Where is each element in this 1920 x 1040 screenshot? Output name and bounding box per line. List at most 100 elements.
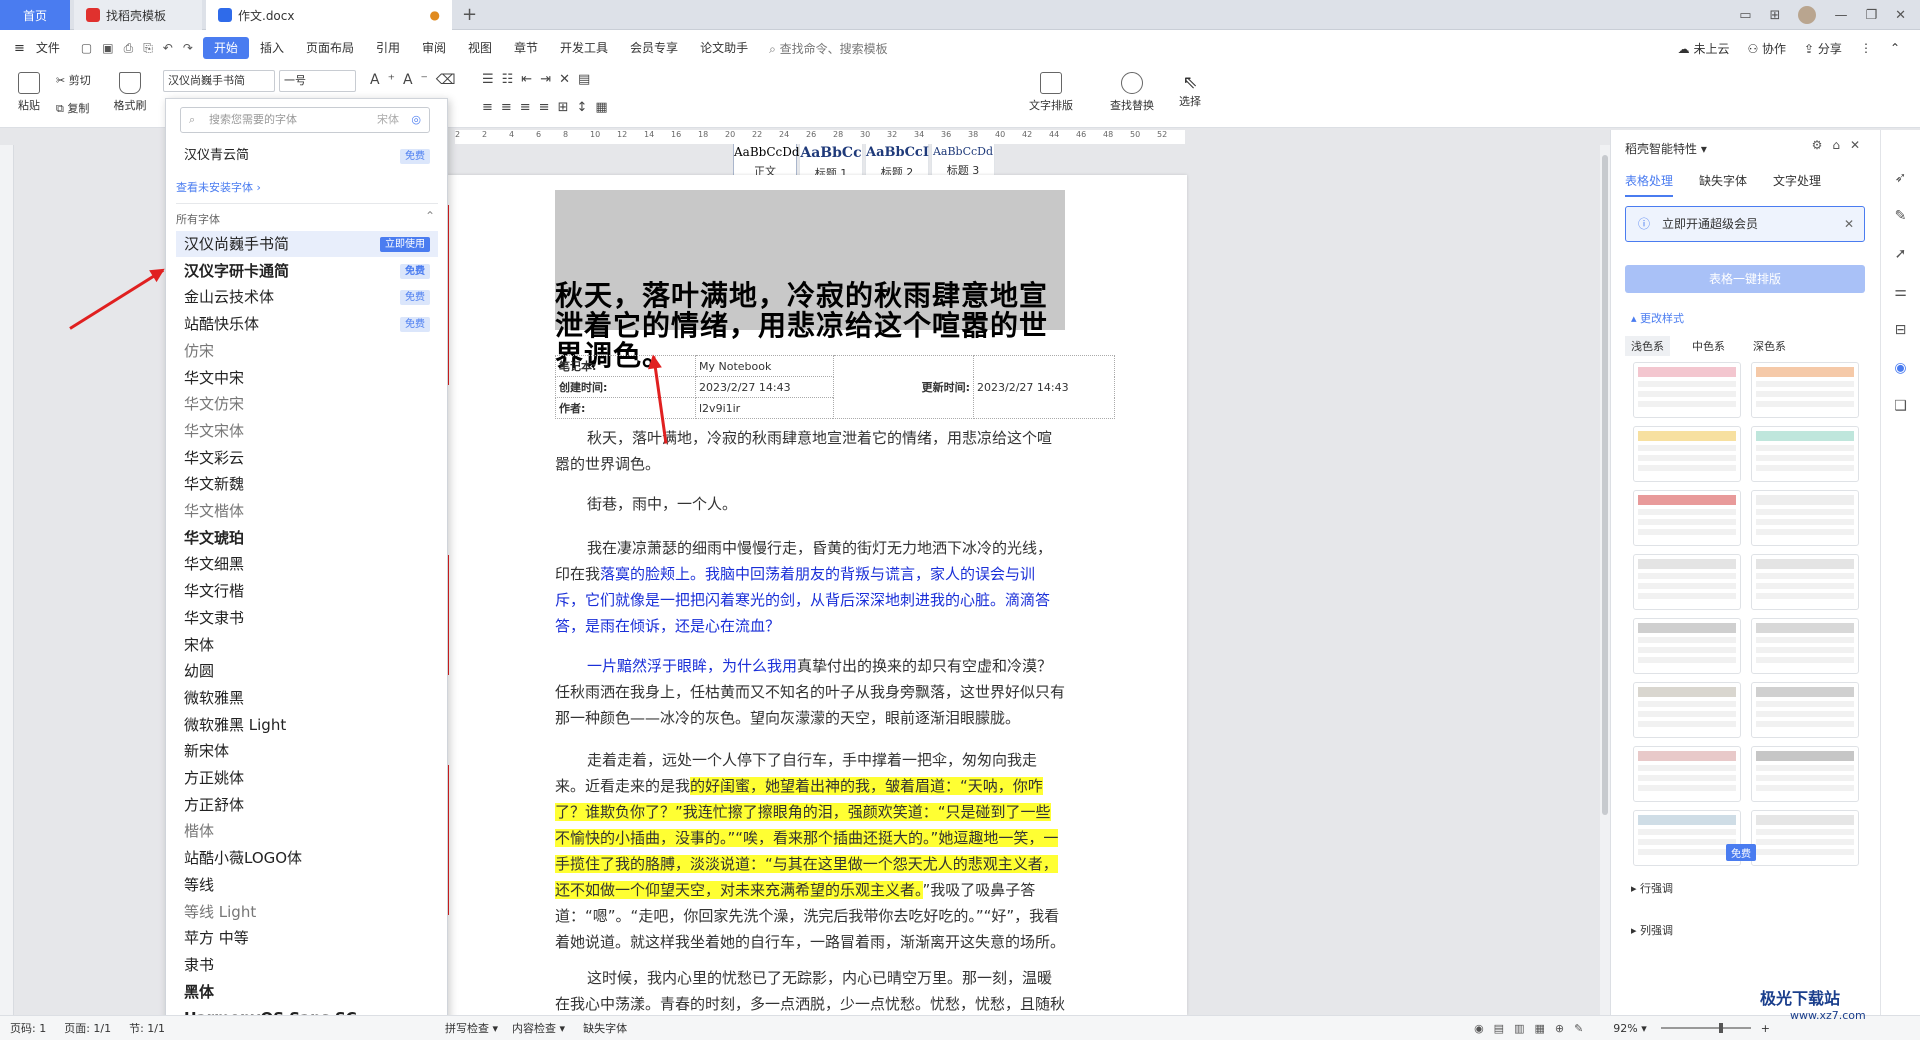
pen-icon[interactable]: ✎ xyxy=(1895,208,1907,224)
menu-insert[interactable]: 插入 xyxy=(249,37,295,59)
zoom-slider[interactable] xyxy=(1660,1023,1751,1033)
table-style-option[interactable] xyxy=(1751,426,1859,482)
vip-notice[interactable]: ⓘ 立即开通超级会员 ✕ xyxy=(1625,206,1865,242)
menu-chapter[interactable]: 章节 xyxy=(503,37,549,59)
panel-controls[interactable]: ⚙⌂✕ xyxy=(1812,138,1870,152)
font-item[interactable]: 新宋体 xyxy=(176,738,438,764)
font-item[interactable]: 华文琥珀 xyxy=(176,525,438,551)
tab-home[interactable]: 首页 xyxy=(0,0,70,30)
paragraph-buttons[interactable]: ☰☷⇤⇥✕▤ xyxy=(482,72,598,87)
table-style-option[interactable] xyxy=(1633,746,1741,802)
table-style-option[interactable] xyxy=(1633,490,1741,546)
table-style-option[interactable] xyxy=(1633,618,1741,674)
tab-template[interactable]: 找稻壳模板 xyxy=(74,0,202,30)
command-search[interactable]: ⌕ 查找命令、搜索模板 xyxy=(769,40,888,57)
menu-start[interactable]: 开始 xyxy=(202,37,249,59)
font-search-input[interactable]: ⌕ 搜索您需要的字体 宋体 ◎ xyxy=(180,107,430,133)
menu-file[interactable]: 文件 xyxy=(25,37,71,59)
menu-thesis[interactable]: 论文助手 xyxy=(689,37,759,59)
font-item[interactable]: 黑体 xyxy=(176,979,438,1005)
font-item[interactable]: 站酷快乐体 免费 xyxy=(176,311,438,337)
font-item[interactable]: 仿宋 xyxy=(176,338,438,364)
tab-dark-colors[interactable]: 深色系 xyxy=(1747,336,1792,356)
zoom-select[interactable]: 92% ▾ xyxy=(1613,1022,1646,1035)
font-item[interactable]: 华文细黑 xyxy=(176,551,438,577)
avatar[interactable] xyxy=(1798,6,1817,24)
document-scrollbar[interactable] xyxy=(1600,145,1610,1015)
font-item[interactable]: 华文新魏 xyxy=(176,471,438,497)
spell-check-button[interactable]: 拼写检查 ▾ xyxy=(445,1020,498,1036)
font-item[interactable]: 幼圆 xyxy=(176,658,438,684)
tab-missing-font[interactable]: 缺失字体 xyxy=(1699,172,1747,197)
change-style-toggle[interactable]: ▴ 更改样式 xyxy=(1631,310,1684,326)
paragraph-1[interactable]: 秋天，落叶满地，冷寂的秋雨肆意地宣泄着它的情绪，用悲凉给这个喧嚣的世界调色。 xyxy=(555,425,1065,477)
menu-member[interactable]: 会员专享 xyxy=(619,37,689,59)
new-tab-button[interactable]: + xyxy=(462,4,477,25)
text-layout-button[interactable]: 文字排版 xyxy=(1022,72,1080,113)
font-item[interactable]: 华文隶书 xyxy=(176,605,438,631)
copy-button[interactable]: ⧉ 复制 xyxy=(56,100,104,116)
content-check-button[interactable]: 内容检查 ▾ xyxy=(512,1020,565,1036)
font-item[interactable]: 方正姚体 xyxy=(176,765,438,791)
font-item[interactable]: 金山云技术体 免费 xyxy=(176,284,438,310)
restore-button[interactable]: ❐ xyxy=(1865,8,1877,23)
table-style-option[interactable] xyxy=(1751,362,1859,418)
quick-access-icons[interactable]: ▢▣⎙⎘↶↷ xyxy=(81,41,203,56)
document-page[interactable]: 秋天，落叶满地，冷寂的秋雨肆意地宣泄着它的情绪，用悲凉给这个喧嚣的世界调色。 笔… xyxy=(447,175,1187,1015)
info-table[interactable]: 笔记本: My Notebook 更新时间: 2023/2/27 14:43 创建时间… xyxy=(555,355,1115,419)
font-item[interactable]: 隶书 xyxy=(176,952,438,978)
pointer-icon[interactable]: ➚ xyxy=(1895,246,1907,262)
table-style-option[interactable] xyxy=(1633,362,1741,418)
status-section[interactable]: 节: 1/1 xyxy=(129,1020,165,1036)
table-style-option[interactable] xyxy=(1751,490,1859,546)
paragraph-3[interactable]: 我在凄凉萧瑟的细雨中慢慢行走，昏黄的街灯无力地洒下冰冷的光线，印在我落寞的脸颊上… xyxy=(555,535,1065,639)
menu-review[interactable]: 审阅 xyxy=(411,37,457,59)
paragraph-2[interactable]: 街巷，雨中，一个人。 xyxy=(555,491,1065,517)
font-item[interactable]: 宋体 xyxy=(176,632,438,658)
view-mode-icons[interactable]: ◉▤▥▦⊕✎ xyxy=(1474,1022,1593,1035)
sliders-icon[interactable]: ⚌ xyxy=(1894,284,1907,300)
table-style-option[interactable] xyxy=(1633,810,1741,866)
tab-light-colors[interactable]: 浅色系 xyxy=(1625,336,1670,356)
panel-title[interactable]: 稻壳智能特性 ▾ xyxy=(1625,140,1707,157)
font-size-buttons[interactable]: A⁺A⁻⌫ xyxy=(370,72,464,88)
close-icon[interactable]: ✕ xyxy=(1844,207,1854,241)
find-replace-button[interactable]: 查找替换 xyxy=(1102,72,1162,113)
font-item[interactable]: 华文宋体 xyxy=(176,418,438,444)
apps-icon[interactable]: ⊞ xyxy=(1770,8,1781,23)
show-uninstalled-link[interactable]: 查看未安装字体 › xyxy=(176,179,261,195)
use-now-badge[interactable]: 立即使用 xyxy=(380,237,430,252)
status-page-number[interactable]: 页码: 1 xyxy=(10,1020,46,1036)
close-button[interactable]: ✕ xyxy=(1895,8,1906,23)
menu-devtools[interactable]: 开发工具 xyxy=(549,37,619,59)
font-item[interactable]: 华文中宋 xyxy=(176,365,438,391)
format-painter-button[interactable]: 格式刷 xyxy=(110,72,150,113)
scrollbar-thumb[interactable] xyxy=(1602,155,1608,815)
table-style-option[interactable] xyxy=(1633,426,1741,482)
one-click-layout-button[interactable]: 表格一键排版 xyxy=(1625,265,1865,293)
table-style-option[interactable] xyxy=(1751,618,1859,674)
tab-text-processing[interactable]: 文字处理 xyxy=(1773,172,1821,197)
menu-layout[interactable]: 页面布局 xyxy=(295,37,365,59)
paragraph-6[interactable]: 这时候，我内心里的忧愁已了无踪影，内心已晴空万里。那一刻，温暖在我心中荡漾。青春… xyxy=(555,965,1065,1015)
layout-icon[interactable]: ▭ xyxy=(1739,8,1751,23)
font-item[interactable]: 微软雅黑 xyxy=(176,685,438,711)
table-style-option[interactable] xyxy=(1751,554,1859,610)
location-icon[interactable]: ◉ xyxy=(1894,360,1906,376)
camera-icon[interactable]: ◎ xyxy=(411,108,421,132)
paragraph-4[interactable]: 一片黯然浮于眼眸，为什么我用真挚付出的换来的却只有空虚和冷漠？任秋雨洒在我身上，… xyxy=(555,653,1065,731)
table-style-option[interactable] xyxy=(1751,810,1859,866)
font-item[interactable]: 微软雅黑 Light xyxy=(176,712,438,738)
font-item[interactable]: 站酷小薇LOGO体 xyxy=(176,845,438,871)
col-emphasis-toggle[interactable]: ▸ 列强调 xyxy=(1631,922,1673,938)
tab-table-processing[interactable]: 表格处理 xyxy=(1625,172,1674,197)
cut-button[interactable]: ✂ 剪切 xyxy=(56,72,104,88)
font-item[interactable]: 汉仪字研卡通简 免费 xyxy=(176,258,438,284)
font-size-select[interactable]: 一号 xyxy=(279,70,356,92)
paste-button[interactable]: 粘贴 xyxy=(12,72,46,113)
menu-hamburger-icon[interactable]: ≡ xyxy=(14,41,25,56)
collapse-icon[interactable]: ⌃ xyxy=(425,209,435,223)
font-item[interactable]: 楷体 xyxy=(176,818,438,844)
recent-font-item[interactable]: 汉仪青云简 免费 xyxy=(176,143,438,169)
cloud-status[interactable]: ☁ 未上云 xyxy=(1678,40,1730,57)
